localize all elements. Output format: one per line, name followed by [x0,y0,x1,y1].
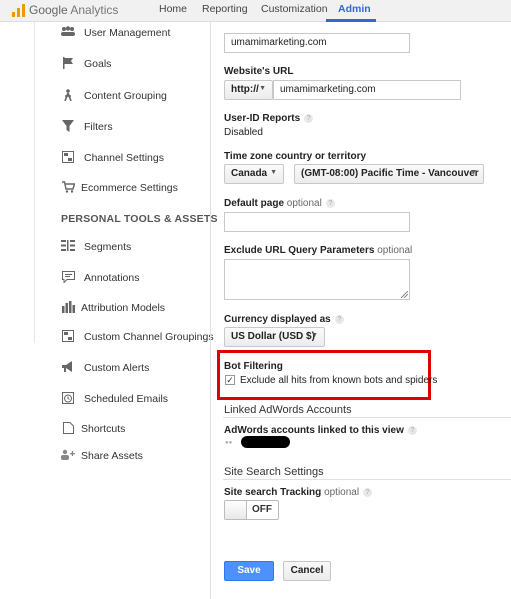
nav-home[interactable]: Home [159,3,187,15]
sidebar-item-share-assets[interactable]: Share Assets [81,450,143,462]
sidebar-item-goals[interactable]: Goals [84,58,111,70]
site-search-label-text: Site search Tracking [224,487,322,498]
timezone-value: (GMT-08:00) Pacific Time - Vancouver [301,168,479,179]
toggle-state: OFF [252,504,272,515]
site-search-toggle[interactable]: OFF [224,500,279,520]
sidebar-item-segments[interactable]: Segments [84,241,131,253]
bar-chart-icon [61,301,75,313]
nav-reporting[interactable]: Reporting [202,3,248,15]
bot-filtering-label: Bot Filtering [224,361,283,372]
site-search-section-title: Site Search Settings [224,466,324,478]
sidebar-item-ecommerce-settings[interactable]: Ecommerce Settings [81,182,178,194]
exclude-params-label: Exclude URL Query Parameters optional [224,245,412,256]
document-icon [61,422,75,434]
sidebar-item-custom-channel-groupings[interactable]: Custom Channel Groupings [84,331,214,343]
channel-icon [61,330,75,342]
personal-tools-heading: PERSONAL TOOLS & ASSETS [61,213,218,225]
clock-icon [61,392,75,404]
optional-tag: optional [377,245,413,256]
annotation-icon [61,271,75,284]
sidebar-item-shortcuts[interactable]: Shortcuts [81,423,125,435]
currency-select[interactable]: US Dollar (USD $) ▼ [224,327,325,347]
sidebar-item-channel-settings[interactable]: Channel Settings [84,152,164,164]
flag-icon [61,57,75,69]
filter-icon [61,120,75,132]
users-icon [61,26,75,38]
save-button[interactable]: Save [224,561,274,581]
protocol-select[interactable]: http:// ▼ [224,80,273,100]
site-search-label: Site search Tracking optional? [224,487,373,498]
sidebar-item-attribution-models[interactable]: Attribution Models [81,302,165,314]
adwords-label: AdWords accounts linked to this view? [224,425,417,436]
help-icon[interactable]: ? [407,425,417,435]
segments-icon [61,240,75,252]
cancel-button[interactable]: Cancel [283,561,331,581]
google-analytics-logo[interactable]: Google Analytics [12,3,118,17]
brand-name: Google Analytics [29,3,118,17]
timezone-label: Time zone country or territory [224,151,367,162]
person-walk-icon [61,89,75,102]
chevron-down-icon: ▼ [311,332,318,339]
sidebar-item-scheduled-emails[interactable]: Scheduled Emails [84,393,168,405]
help-icon[interactable]: ? [334,314,344,324]
column-divider [210,22,211,599]
bot-filtering-checkbox[interactable]: ✓ [225,375,235,385]
optional-tag: optional [286,198,322,209]
section-divider [223,479,511,480]
timezone-select[interactable]: (GMT-08:00) Pacific Time - Vancouver ▼ [294,164,484,184]
toggle-knob[interactable] [225,501,247,519]
exclude-params-textarea[interactable] [224,259,410,300]
sidebar-item-content-grouping[interactable]: Content Grouping [84,90,167,102]
website-url-input[interactable]: umamimarketing.com [273,80,461,100]
default-page-input[interactable] [224,212,410,232]
brand-google: Google [29,3,68,17]
cart-icon [61,181,75,193]
chevron-down-icon: ▼ [470,169,477,176]
optional-tag: optional [324,487,360,498]
currency-label-text: Currency displayed as [224,314,331,325]
section-divider [223,417,511,418]
sidebar-item-annotations[interactable]: Annotations [84,272,139,284]
sidebar-item-filters[interactable]: Filters [84,121,113,133]
chevron-down-icon: ▼ [259,85,266,92]
exclude-params-label-text: Exclude URL Query Parameters [224,245,375,256]
currency-label: Currency displayed as? [224,314,344,325]
top-nav-bar: Google Analytics Home Reporting Customiz… [0,0,511,22]
user-id-label: User-ID Reports? [224,113,314,124]
help-icon[interactable]: ? [363,487,373,497]
protocol-value: http:// [231,84,259,95]
user-id-status: Disabled [224,127,263,138]
sidebar-item-user-management[interactable]: User Management [84,27,170,39]
channel-icon [61,151,75,163]
help-icon[interactable]: ? [304,113,314,123]
sidebar-item-custom-alerts[interactable]: Custom Alerts [84,362,149,374]
add-user-icon [61,449,75,461]
account-marker-icon: ●● [225,440,233,446]
analytics-logo-icon [12,3,25,17]
adwords-label-text: AdWords accounts linked to this view [224,425,404,436]
active-tab-indicator [326,19,376,22]
adwords-section-title: Linked AdWords Accounts [224,404,352,416]
website-url-label: Website's URL [224,66,294,77]
nav-customization[interactable]: Customization [261,3,328,15]
chevron-down-icon: ▼ [270,169,277,176]
bot-filtering-checkbox-label[interactable]: Exclude all hits from known bots and spi… [240,375,437,386]
brand-product: Analytics [70,3,119,17]
country-value: Canada [231,168,268,179]
help-icon[interactable]: ? [325,198,335,208]
currency-value: US Dollar (USD $) [231,331,315,342]
default-page-label: Default page optional? [224,198,335,209]
megaphone-icon [61,361,75,373]
redacted-account [241,436,290,448]
country-select[interactable]: Canada ▼ [224,164,284,184]
resize-handle-icon[interactable] [401,291,408,298]
nav-admin[interactable]: Admin [338,3,371,15]
view-name-input[interactable]: umamimarketing.com [224,33,410,53]
default-page-label-text: Default page [224,198,285,209]
user-id-label-text: User-ID Reports [224,113,301,124]
